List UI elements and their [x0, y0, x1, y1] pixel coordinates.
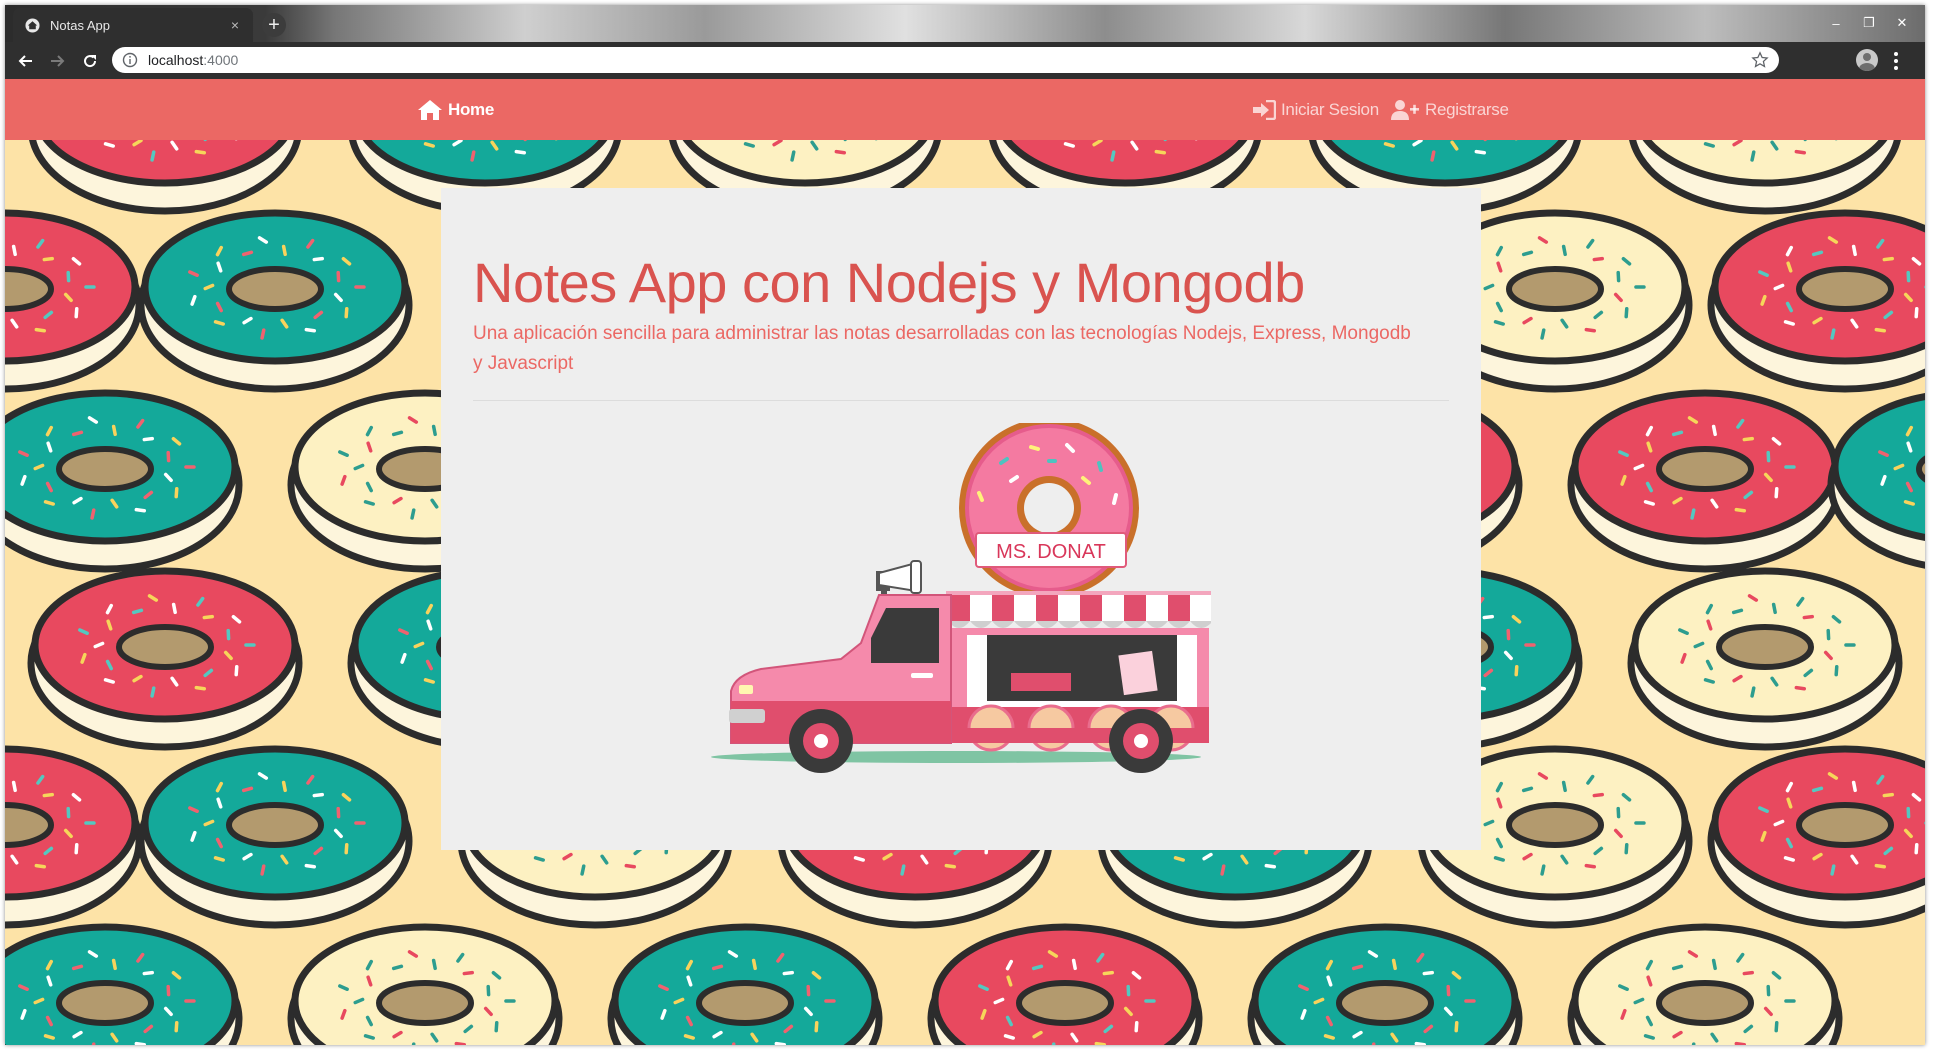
- url-host: localhost: [148, 52, 204, 68]
- donut-decoration: [5, 389, 243, 573]
- minimize-icon[interactable]: –: [1827, 14, 1845, 32]
- arrow-left-icon: [18, 55, 32, 67]
- restore-icon[interactable]: ❐: [1860, 14, 1878, 32]
- donut-decoration: [927, 923, 1203, 1045]
- donut-decoration: [1707, 209, 1925, 393]
- sign-in-icon: [1253, 99, 1276, 120]
- browser-toolbar: localhost:4000: [5, 42, 1925, 79]
- donut-decoration: [1827, 393, 1925, 569]
- donut-decoration: [1247, 923, 1523, 1045]
- main-navbar: Home Iniciar Sesion Registrarse: [5, 79, 1925, 140]
- url-port: :4000: [203, 52, 239, 68]
- tab-strip: Notas App × + – ❐ ✕: [5, 5, 1925, 42]
- reload-icon: [84, 55, 97, 68]
- back-button[interactable]: [13, 48, 39, 74]
- donut-decoration: [137, 209, 413, 393]
- nav-login-link[interactable]: Iniciar Sesion: [1252, 79, 1379, 140]
- menu-kebab-icon[interactable]: [1891, 51, 1901, 71]
- jumbotron: Notes App con Nodejs y Mongodb Una aplic…: [441, 188, 1481, 850]
- page-title: Notes App con Nodejs y Mongodb: [473, 251, 1305, 314]
- donut-decoration: [5, 745, 143, 929]
- nav-register-link[interactable]: Registrarse: [1390, 79, 1509, 140]
- forward-button[interactable]: [44, 48, 70, 74]
- food-truck-image: MS. DONAT: [711, 423, 1211, 773]
- donut-decoration: [27, 567, 303, 751]
- address-bar[interactable]: localhost:4000: [112, 47, 1779, 73]
- nav-login-label: Iniciar Sesion: [1281, 99, 1379, 119]
- bookmark-star-icon[interactable]: [1751, 51, 1769, 69]
- donut-decoration: [607, 923, 883, 1045]
- donut-decoration: [1567, 389, 1843, 573]
- close-window-icon[interactable]: ✕: [1893, 14, 1911, 32]
- donut-decoration: [137, 745, 413, 929]
- nav-register-label: Registrarse: [1425, 99, 1509, 119]
- url-text: localhost:4000: [148, 52, 238, 68]
- truck-sign-text: MS. DONAT: [996, 541, 1106, 563]
- tab-close-icon[interactable]: ×: [227, 17, 243, 33]
- browser-window: Notas App × + – ❐ ✕ localhost:4000 Home …: [5, 5, 1925, 1045]
- tab-title: Notas App: [50, 17, 110, 33]
- page-viewport: Home Iniciar Sesion Registrarse Notes Ap…: [5, 79, 1925, 1045]
- donut-decoration: [1567, 923, 1843, 1045]
- divider: [473, 400, 1449, 401]
- lead-text: Una aplicación sencilla para administrar…: [473, 323, 1411, 374]
- donut-decoration: [5, 209, 143, 393]
- donut-decoration: [1627, 567, 1903, 751]
- favicon-icon: [25, 17, 40, 33]
- donut-decoration: [1707, 745, 1925, 929]
- new-tab-button[interactable]: +: [262, 13, 286, 37]
- arrow-right-icon: [51, 55, 65, 67]
- browser-tab[interactable]: Notas App ×: [13, 8, 253, 42]
- user-plus-icon: [1391, 99, 1419, 120]
- home-icon: [418, 99, 442, 120]
- donut-decoration: [5, 923, 243, 1045]
- nav-home-link[interactable]: Home: [417, 79, 494, 140]
- donut-decoration: [287, 923, 563, 1045]
- nav-home-label: Home: [448, 99, 495, 119]
- info-icon: [122, 52, 138, 68]
- reload-button[interactable]: [77, 48, 103, 74]
- profile-avatar-icon[interactable]: [1856, 49, 1878, 71]
